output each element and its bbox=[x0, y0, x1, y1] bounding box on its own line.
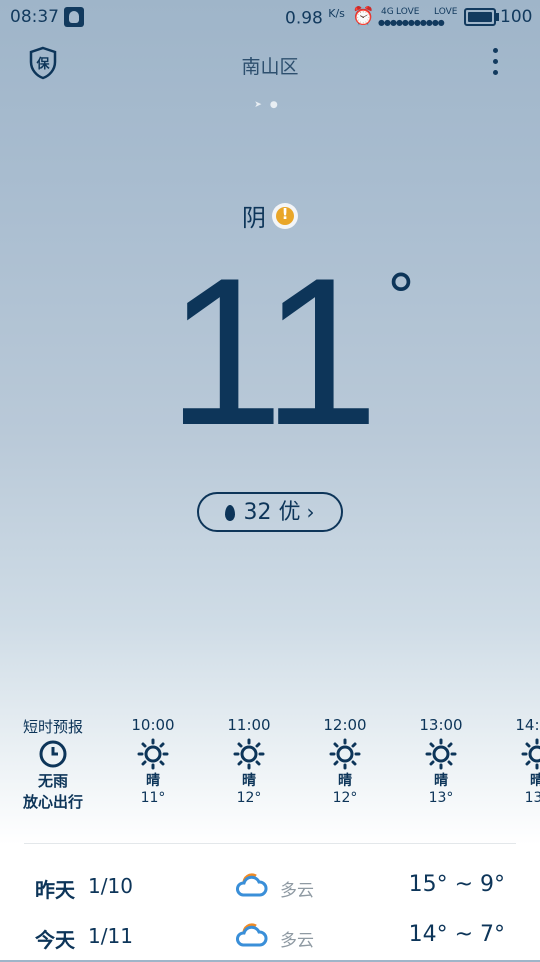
sun-icon bbox=[329, 738, 361, 770]
aqi-value: 32 bbox=[243, 500, 272, 525]
hour-temp: 13° bbox=[428, 790, 454, 806]
current-temperature: 11 bbox=[167, 234, 379, 469]
hour-time: 12:00 bbox=[323, 716, 367, 734]
sun-icon bbox=[137, 738, 169, 770]
hour-condition: 晴 bbox=[338, 773, 352, 789]
alarm-icon: ⏰ bbox=[352, 6, 375, 27]
hourly-forecast[interactable]: 短时预报 无雨 放心出行 10:00 晴 11° 11:00 晴 12° 12:… bbox=[0, 716, 540, 816]
chevron-right-icon: › bbox=[306, 500, 315, 524]
status-bar: 08:37 0.98 K/s ⏰ 4G LOVE LOVE ●●●●●●●●●●… bbox=[0, 0, 540, 34]
day-name: 今天 bbox=[35, 928, 75, 952]
degree-unit: ° bbox=[386, 262, 416, 332]
page-indicator: ➤● bbox=[254, 100, 286, 110]
more-options-icon[interactable] bbox=[490, 48, 500, 80]
sun-icon bbox=[521, 738, 540, 770]
divider bbox=[24, 843, 516, 844]
hour-temp: 13° bbox=[524, 790, 540, 806]
nowcast-line1: 无雨 bbox=[37, 772, 68, 790]
clock-icon bbox=[39, 740, 67, 768]
hourly-item: 13:00 晴 13° bbox=[401, 716, 481, 806]
network-type-label: 4G bbox=[381, 7, 394, 17]
day-condition: 多云 bbox=[280, 931, 314, 951]
hourly-item: 12:00 晴 12° bbox=[305, 716, 385, 806]
love-label-1: LOVE bbox=[396, 7, 420, 17]
sun-icon bbox=[233, 738, 265, 770]
hour-temp: 12° bbox=[236, 790, 262, 806]
day-temp-range: 15° ~ 9° bbox=[408, 872, 505, 897]
sun-icon bbox=[425, 738, 457, 770]
day-name: 昨天 bbox=[35, 878, 75, 902]
day-temp-range: 14° ~ 7° bbox=[408, 922, 505, 947]
nowcast-title: 短时预报 bbox=[22, 718, 83, 736]
hour-time: 14:00 bbox=[515, 716, 540, 734]
hourly-item: 14:00 晴 13° bbox=[497, 716, 540, 806]
qq-notification-icon bbox=[64, 7, 84, 27]
signal-icon: 4G LOVE LOVE ●●●●●●●●●●● bbox=[378, 5, 458, 29]
day-date: 1/11 bbox=[88, 924, 133, 948]
hour-condition: 晴 bbox=[530, 773, 540, 789]
daily-row-today[interactable]: 今天 1/11 多云 14° ~ 7° bbox=[0, 912, 540, 962]
hour-time: 10:00 bbox=[131, 716, 175, 734]
hour-condition: 晴 bbox=[146, 773, 160, 789]
condition-text: 阴 bbox=[242, 204, 266, 232]
warning-icon[interactable] bbox=[272, 203, 298, 229]
hour-condition: 晴 bbox=[434, 773, 448, 789]
city-title[interactable]: 南山区 bbox=[0, 52, 540, 79]
partly-cloudy-icon bbox=[236, 873, 268, 897]
aqi-label: 优 bbox=[278, 500, 301, 525]
daily-row-yesterday[interactable]: 昨天 1/10 多云 15° ~ 9° bbox=[0, 862, 540, 912]
nowcast-line2: 放心出行 bbox=[22, 793, 83, 811]
love-label-2: LOVE bbox=[434, 7, 458, 17]
network-speed-value: 0.98 bbox=[285, 8, 323, 29]
day-condition: 多云 bbox=[280, 881, 314, 901]
hourly-item: 10:00 晴 11° bbox=[113, 716, 193, 806]
hour-temp: 11° bbox=[140, 790, 166, 806]
status-time: 08:37 bbox=[10, 7, 59, 27]
hour-time: 13:00 bbox=[419, 716, 463, 734]
battery-icon bbox=[464, 8, 499, 26]
hour-condition: 晴 bbox=[242, 773, 256, 789]
hourly-item: 11:00 晴 12° bbox=[209, 716, 289, 806]
nowcast-item[interactable]: 短时预报 无雨 放心出行 bbox=[13, 716, 93, 812]
network-speed: 0.98 K/s bbox=[285, 7, 345, 29]
hour-temp: 12° bbox=[332, 790, 358, 806]
leaf-icon bbox=[225, 505, 236, 521]
battery-level: 100 bbox=[500, 7, 533, 27]
day-date: 1/10 bbox=[88, 874, 133, 898]
hour-time: 11:00 bbox=[227, 716, 271, 734]
aqi-button[interactable]: 32 优 › bbox=[197, 492, 343, 532]
current-condition: 阴 bbox=[0, 198, 540, 233]
network-speed-unit: K/s bbox=[328, 7, 345, 20]
partly-cloudy-icon bbox=[236, 923, 268, 947]
top-bar: 保 南山区 bbox=[0, 40, 540, 90]
signal-dots-icon: ●●●●●●●●●●● bbox=[378, 18, 445, 27]
